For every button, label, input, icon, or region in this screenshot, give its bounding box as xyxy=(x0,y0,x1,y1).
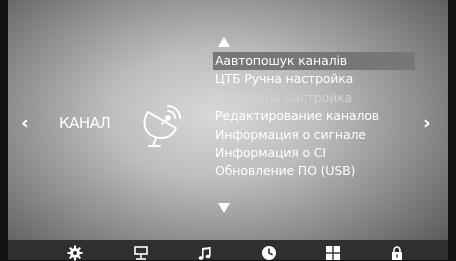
menu-item-software-update[interactable]: Обновление ПО (USB) xyxy=(213,162,415,180)
gear-icon[interactable] xyxy=(67,245,83,261)
menu-item-ci-info[interactable]: Информация о CI xyxy=(213,144,415,162)
scroll-up-arrow[interactable] xyxy=(218,37,230,47)
menu-item-edit-channels[interactable]: Редактирование каналов xyxy=(213,107,415,125)
chevron-right-icon[interactable]: › xyxy=(423,113,431,133)
section-title: КАНАЛ xyxy=(59,114,111,132)
lock-icon[interactable] xyxy=(389,245,405,261)
menu-item-atv-manual: АТБ Ручна настройка xyxy=(215,89,353,105)
menu-item-dtv-manual[interactable]: ЦТБ Ручна настройка xyxy=(213,70,415,88)
music-note-icon[interactable] xyxy=(197,245,213,261)
network-icon[interactable] xyxy=(133,245,149,261)
clock-icon[interactable] xyxy=(261,245,277,261)
channel-menu: Аавтопошук каналів ЦТБ Ручна настройка А… xyxy=(213,52,415,181)
menu-item-signal-info[interactable]: Информация о сигнале xyxy=(213,126,415,144)
satellite-dish-icon xyxy=(143,105,181,147)
menu-item-auto-search[interactable]: Аавтопошук каналів xyxy=(213,52,415,71)
grid-icon[interactable] xyxy=(325,245,341,261)
chevron-left-icon[interactable]: ‹ xyxy=(21,113,29,133)
scroll-down-arrow[interactable] xyxy=(218,203,230,213)
